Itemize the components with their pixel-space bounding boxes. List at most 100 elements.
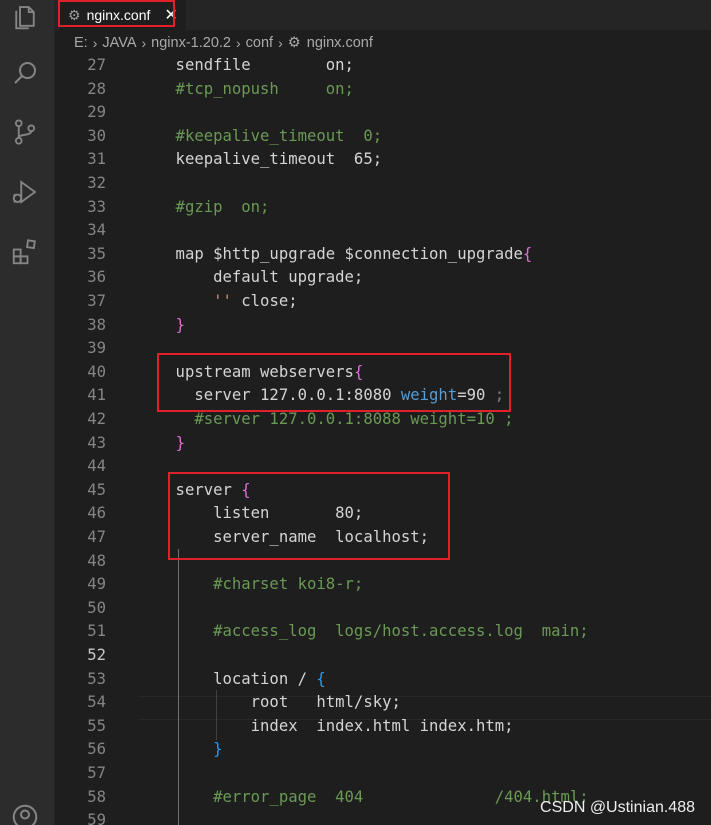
code-line[interactable]: 43 } (55, 432, 711, 456)
code-line[interactable]: 50 (55, 597, 711, 621)
code-line[interactable]: 55 index index.html index.htm; (55, 715, 711, 739)
code-line[interactable]: 54 root html/sky; (55, 691, 711, 715)
code-text: sendfile on; (138, 54, 354, 78)
code-editor[interactable]: 27 sendfile on; 28 #tcp_nopush on; 29 30 #k… (55, 54, 711, 825)
line-number: 38 (87, 315, 106, 334)
source-control-icon[interactable] (8, 115, 42, 149)
code-line[interactable]: 31 keepalive_timeout 65; (55, 148, 711, 172)
activity-bar (0, 0, 55, 825)
breadcrumb-item-conf[interactable]: conf (246, 35, 273, 51)
code-token: #server 127.0.0.1:8088 weight=10 ; (138, 410, 514, 428)
code-line[interactable]: 33 #gzip on; (55, 196, 711, 220)
code-text: } (138, 314, 185, 338)
account-icon[interactable] (8, 800, 42, 825)
code-token: #tcp_nopush on; (138, 79, 354, 98)
breadcrumb-item-nginx[interactable]: nginx-1.20.2 (151, 35, 231, 51)
breadcrumb-item-java[interactable]: JAVA (102, 35, 136, 51)
run-debug-icon[interactable] (8, 175, 42, 209)
code-line[interactable]: 27 sendfile on; (55, 54, 711, 78)
code-token: #charset koi8-r; (138, 575, 364, 594)
code-line[interactable]: 53 location / { (55, 668, 711, 692)
line-number: 40 (87, 362, 106, 381)
line-number: 50 (87, 598, 106, 617)
code-token: #gzip on; (138, 197, 270, 216)
code-text: index index.html index.htm; (138, 715, 514, 739)
line-number: 42 (87, 410, 106, 428)
code-text: #gzip on; (138, 196, 270, 220)
line-number: 47 (87, 528, 106, 546)
code-line[interactable]: 52 (55, 644, 711, 668)
code-line[interactable]: 35 map $http_upgrade $connection_upgrade… (55, 243, 711, 267)
code-token: } (175, 315, 185, 334)
code-token: sendfile on; (138, 56, 354, 74)
code-token: } (175, 433, 185, 452)
code-line[interactable]: 36 default upgrade; (55, 266, 711, 290)
line-number: 58 (87, 787, 106, 806)
code-text: } (138, 432, 185, 456)
code-token: #keepalive_timeout 0; (138, 126, 383, 145)
search-icon[interactable] (8, 56, 42, 90)
code-token: default upgrade; (138, 268, 364, 287)
code-line[interactable]: 56 } (55, 738, 711, 762)
line-number: 35 (87, 244, 106, 263)
line-number: 41 (87, 386, 106, 405)
line-number: 49 (87, 575, 106, 594)
code-token: close; (231, 292, 298, 310)
breadcrumb-item-file[interactable]: nginx.conf (307, 35, 373, 51)
code-token: { (316, 669, 326, 688)
code-line[interactable]: 30 #keepalive_timeout 0; (55, 125, 711, 149)
code-text: default upgrade; (138, 266, 363, 290)
line-number: 30 (87, 126, 106, 145)
code-line[interactable]: 57 (55, 762, 711, 786)
code-line[interactable]: 32 (55, 172, 711, 196)
code-token: '' (213, 292, 232, 310)
line-number: 54 (87, 693, 106, 712)
code-text: } (138, 738, 223, 762)
code-text: root html/sky; (138, 691, 401, 715)
line-number: 36 (87, 268, 106, 287)
code-line[interactable]: 49 #charset koi8-r; (55, 573, 711, 597)
line-number: 43 (87, 433, 106, 452)
line-number: 34 (87, 221, 106, 240)
line-number: 59 (87, 811, 106, 825)
extensions-icon[interactable] (8, 235, 42, 269)
line-number: 32 (87, 174, 106, 192)
code-text: map $http_upgrade $connection_upgrade{ (138, 243, 533, 267)
code-text: #access_log logs/host.access.log main; (138, 620, 589, 644)
code-line[interactable]: 37 '' close; (55, 290, 711, 314)
line-number: 33 (87, 197, 106, 216)
code-line[interactable]: 51 #access_log logs/host.access.log main… (55, 620, 711, 644)
code-token: } (213, 740, 223, 759)
line-number: 52 (87, 646, 106, 664)
code-text: #keepalive_timeout 0; (138, 125, 383, 149)
code-line[interactable]: 29 (55, 101, 711, 125)
breadcrumb-item-drive[interactable]: E: (74, 35, 88, 51)
code-text: keepalive_timeout 65; (138, 148, 383, 172)
line-number: 57 (87, 764, 106, 782)
line-number: 37 (87, 292, 106, 310)
code-line[interactable]: 38 } (55, 314, 711, 338)
line-number: 45 (87, 480, 106, 499)
upstream-highlight-box (157, 353, 511, 412)
line-number: 55 (87, 716, 106, 735)
chevron-right-icon: › (92, 35, 98, 51)
code-token: keepalive_timeout 65; (138, 150, 383, 169)
code-line[interactable]: 28 #tcp_nopush on; (55, 78, 711, 102)
chevron-right-icon: › (278, 35, 283, 51)
code-token: index index.html index.htm; (138, 716, 514, 735)
code-line[interactable]: 34 (55, 219, 711, 243)
tab-highlight-box (58, 0, 175, 27)
line-number: 46 (87, 504, 106, 523)
files-icon[interactable] (8, 0, 42, 34)
server-highlight-box (168, 472, 450, 560)
line-number: 51 (87, 622, 106, 641)
code-text: '' close; (138, 290, 298, 314)
line-number: 44 (87, 457, 106, 476)
gear-icon: ⚙ (287, 35, 301, 51)
chevron-right-icon: › (235, 35, 241, 51)
code-token: root html/sky; (138, 693, 401, 712)
